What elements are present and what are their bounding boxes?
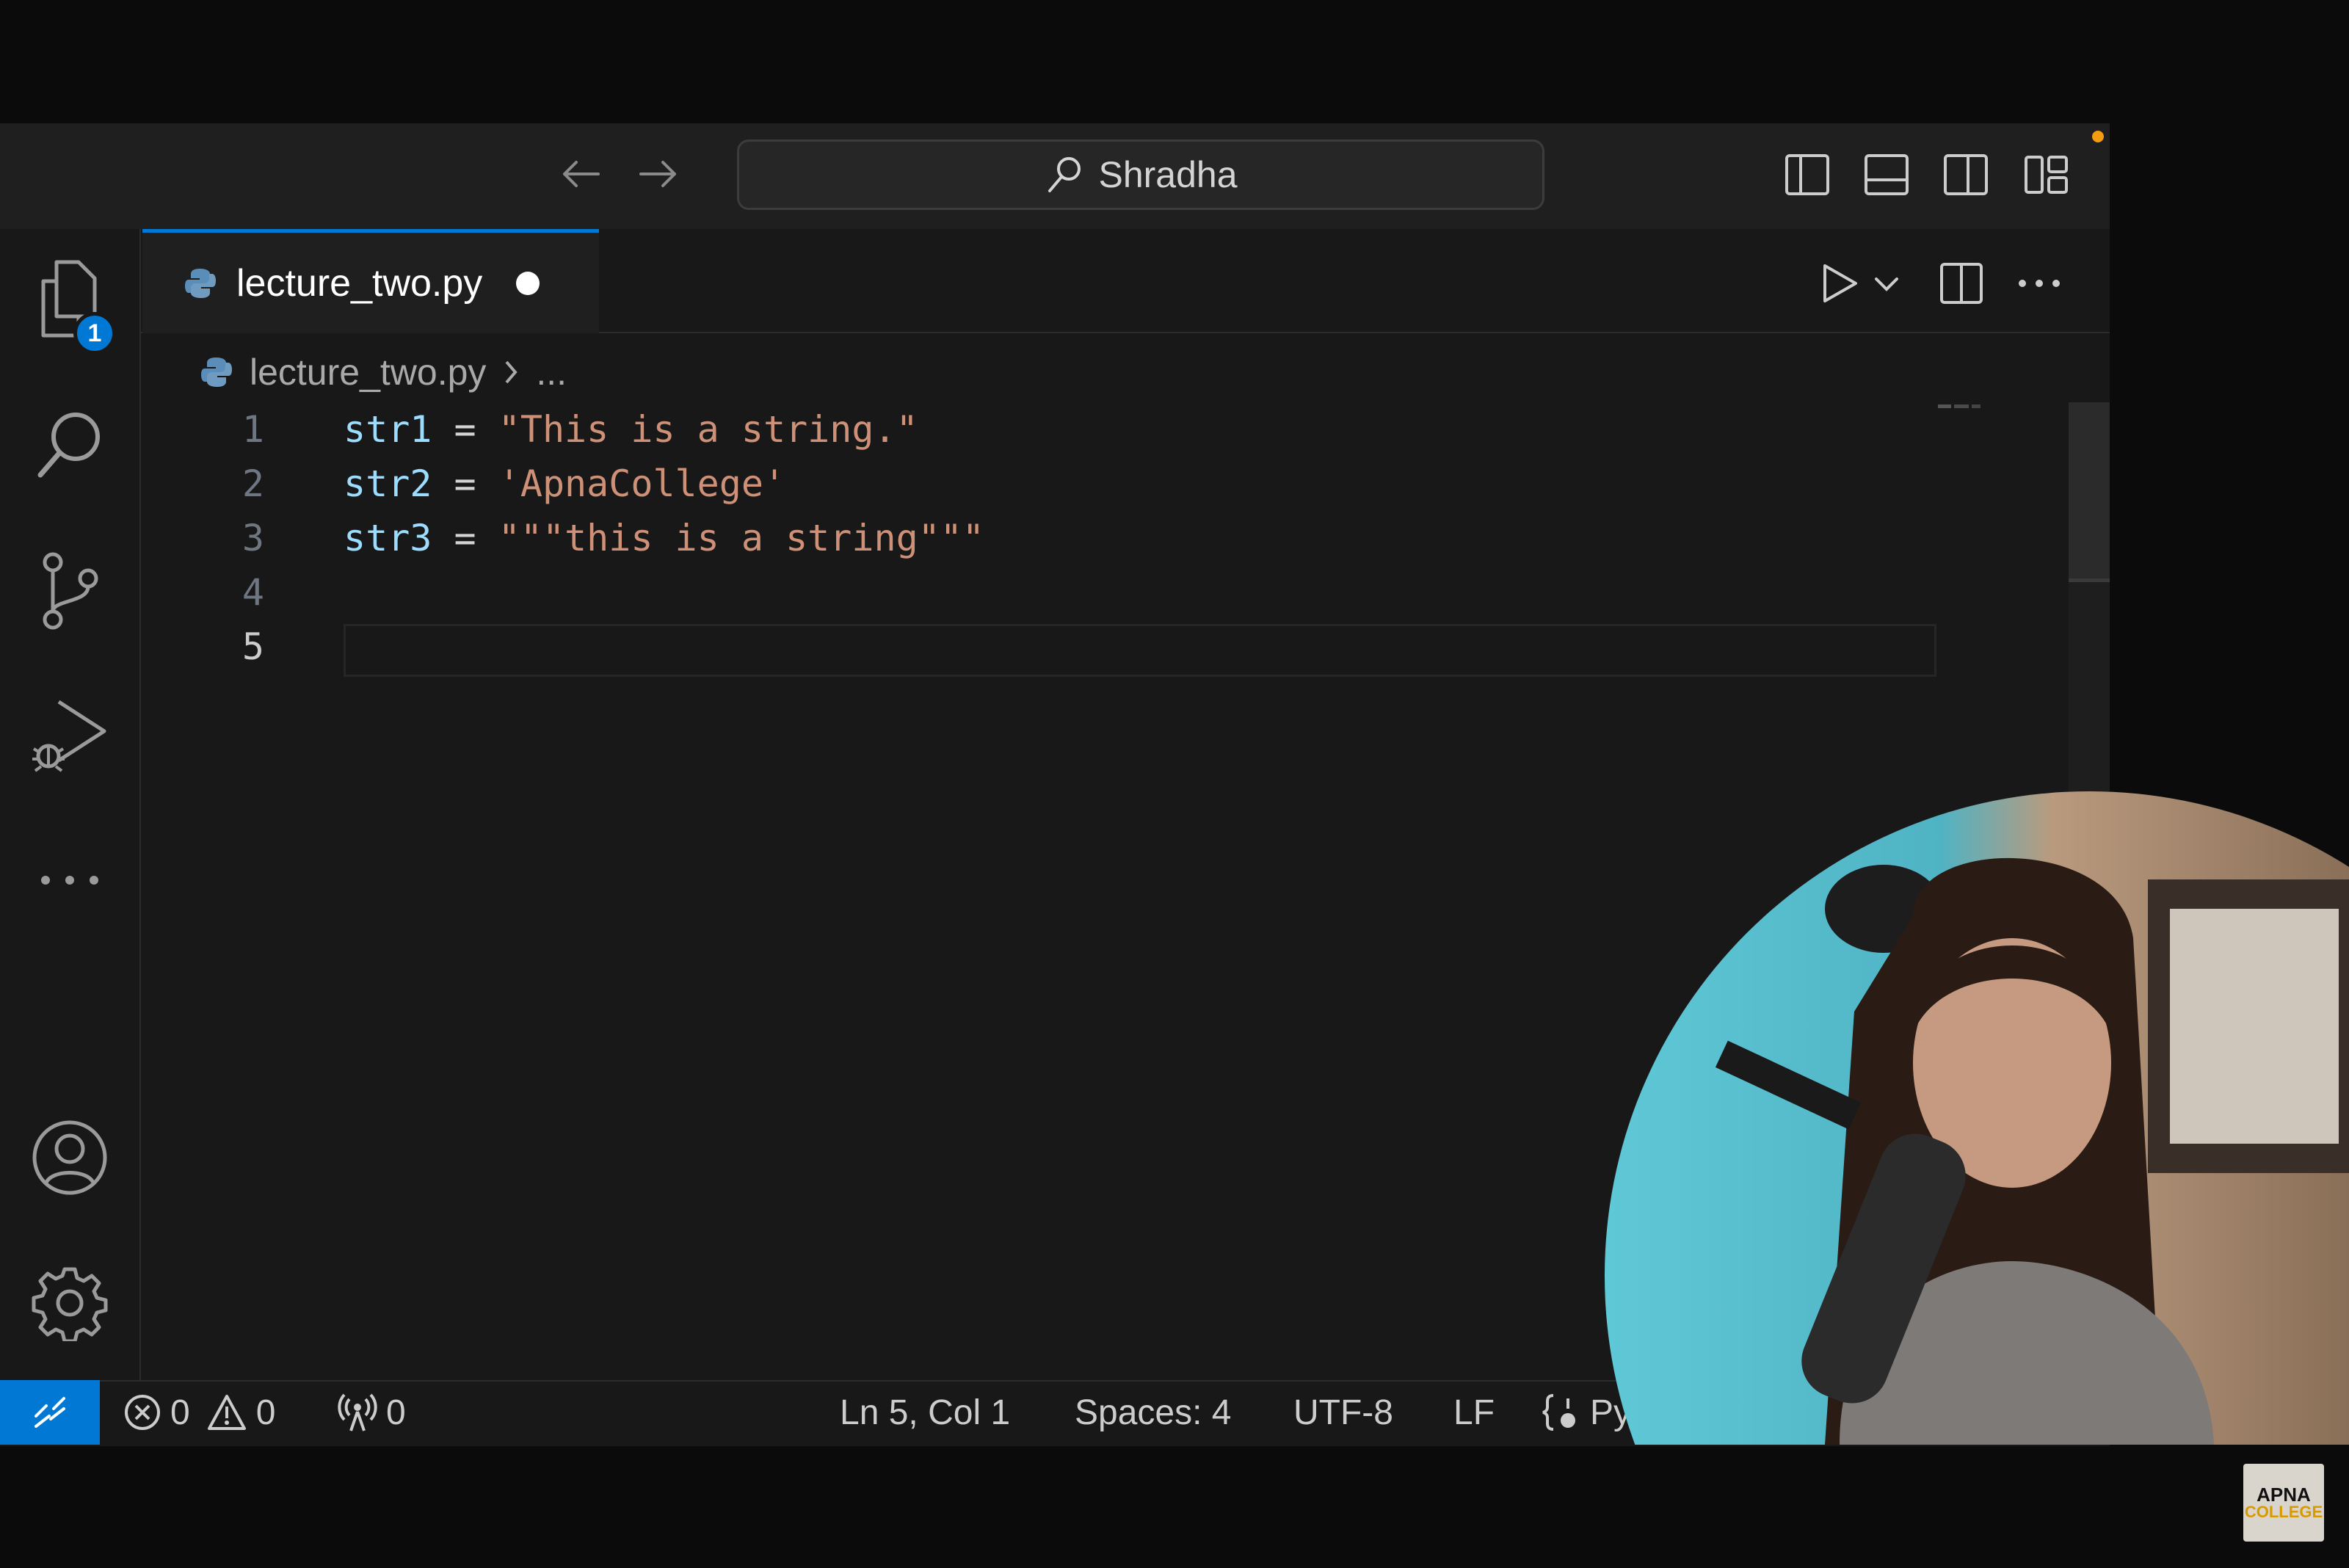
eol-indicator[interactable]: LF	[1453, 1380, 1495, 1445]
python-file-icon	[201, 357, 232, 387]
secondary-sidebar-icon	[1944, 154, 1988, 195]
remote-indicator-button[interactable]	[0, 1380, 100, 1445]
update-indicator-dot	[2092, 131, 2104, 142]
more-icon	[2019, 280, 2060, 287]
panel-layout-icon	[1865, 154, 1909, 195]
chevron-down-icon	[1875, 277, 1898, 291]
breadcrumb: lecture_two.py ...	[200, 339, 567, 405]
operator-token: =	[432, 517, 498, 559]
search-icon	[1048, 157, 1081, 192]
breadcrumb-file[interactable]: lecture_two.py	[250, 351, 486, 393]
unsaved-dot[interactable]	[516, 271, 540, 295]
arrow-left-icon	[563, 161, 600, 187]
logo-line2: COLLEGE	[2244, 1503, 2323, 1521]
operator-token: =	[432, 408, 498, 451]
cursor-position[interactable]: Ln 5, Col 1	[840, 1380, 1010, 1445]
braces-icon	[1542, 1394, 1575, 1431]
toggle-panel-button[interactable]	[1859, 147, 1914, 203]
apna-college-logo: APNA COLLEGE	[2243, 1464, 2324, 1542]
tab-filename: lecture_two.py	[236, 261, 483, 305]
operator-token: =	[432, 462, 498, 505]
indentation-indicator[interactable]: Spaces: 4	[1075, 1380, 1231, 1445]
ports-indicator[interactable]: 0	[338, 1380, 406, 1445]
logo-line1: APNA	[2257, 1484, 2311, 1506]
customize-layout-icon	[2025, 156, 2068, 194]
problems-indicator[interactable]: 0 0	[123, 1380, 275, 1445]
breadcrumb-symbols[interactable]: ...	[536, 351, 567, 393]
presenter-webcam	[1605, 791, 2349, 1445]
toggle-primary-sidebar-button[interactable]	[1779, 147, 1835, 203]
string-token: 'ApnaCollege'	[498, 462, 786, 505]
variable-token: str3	[344, 517, 432, 559]
warning-count: 0	[255, 1393, 276, 1432]
editor-tab-lecture-two[interactable]: lecture_two.py	[142, 229, 599, 333]
string-token: """this is a string"""	[498, 517, 984, 559]
line-number: 2	[242, 462, 264, 505]
error-count: 0	[170, 1393, 190, 1432]
encoding-label: UTF-8	[1293, 1393, 1393, 1432]
search-label: Shradha	[1098, 154, 1238, 195]
string-token: "This is a string."	[498, 408, 918, 451]
broadcast-icon	[338, 1393, 377, 1431]
more-actions-button[interactable]	[2010, 254, 2069, 313]
sidebar-layout-icon	[1785, 154, 1829, 195]
variable-token: str1	[344, 408, 432, 451]
forward-button[interactable]	[633, 148, 684, 200]
toggle-secondary-sidebar-button[interactable]	[1938, 147, 1994, 203]
ports-count: 0	[386, 1393, 406, 1432]
variable-token: str2	[344, 462, 432, 505]
run-dropdown-button[interactable]	[1872, 272, 1901, 297]
chevron-right-icon	[505, 360, 518, 384]
back-button[interactable]	[555, 148, 606, 200]
remote-icon	[35, 1397, 65, 1428]
explorer-badge: 1	[73, 312, 116, 355]
line-number: 5	[242, 625, 264, 668]
explorer-button[interactable]: 1	[0, 244, 139, 355]
run-icon	[1823, 264, 1857, 302]
arrow-right-icon	[639, 161, 676, 187]
minimap[interactable]	[1938, 402, 1982, 413]
line-number: 1	[242, 408, 264, 451]
line-number: 3	[242, 517, 264, 559]
warning-icon	[207, 1395, 246, 1430]
command-center-search[interactable]: Shradha	[737, 139, 1544, 210]
customize-layout-button[interactable]	[2019, 147, 2074, 203]
run-python-file-button[interactable]	[1810, 254, 1869, 313]
python-file-icon	[185, 268, 216, 298]
eol-label: LF	[1453, 1393, 1495, 1432]
scrollbar-thumb[interactable]	[2069, 402, 2110, 582]
split-editor-icon	[1940, 263, 1983, 304]
line-number: 4	[242, 571, 264, 614]
cursor-position-label: Ln 5, Col 1	[840, 1393, 1011, 1432]
error-icon	[125, 1395, 160, 1430]
presenter-webcam-clip	[1605, 791, 2349, 1445]
indentation-label: Spaces: 4	[1075, 1393, 1232, 1432]
encoding-indicator[interactable]: UTF-8	[1293, 1380, 1393, 1445]
split-editor-button[interactable]	[1932, 254, 1991, 313]
